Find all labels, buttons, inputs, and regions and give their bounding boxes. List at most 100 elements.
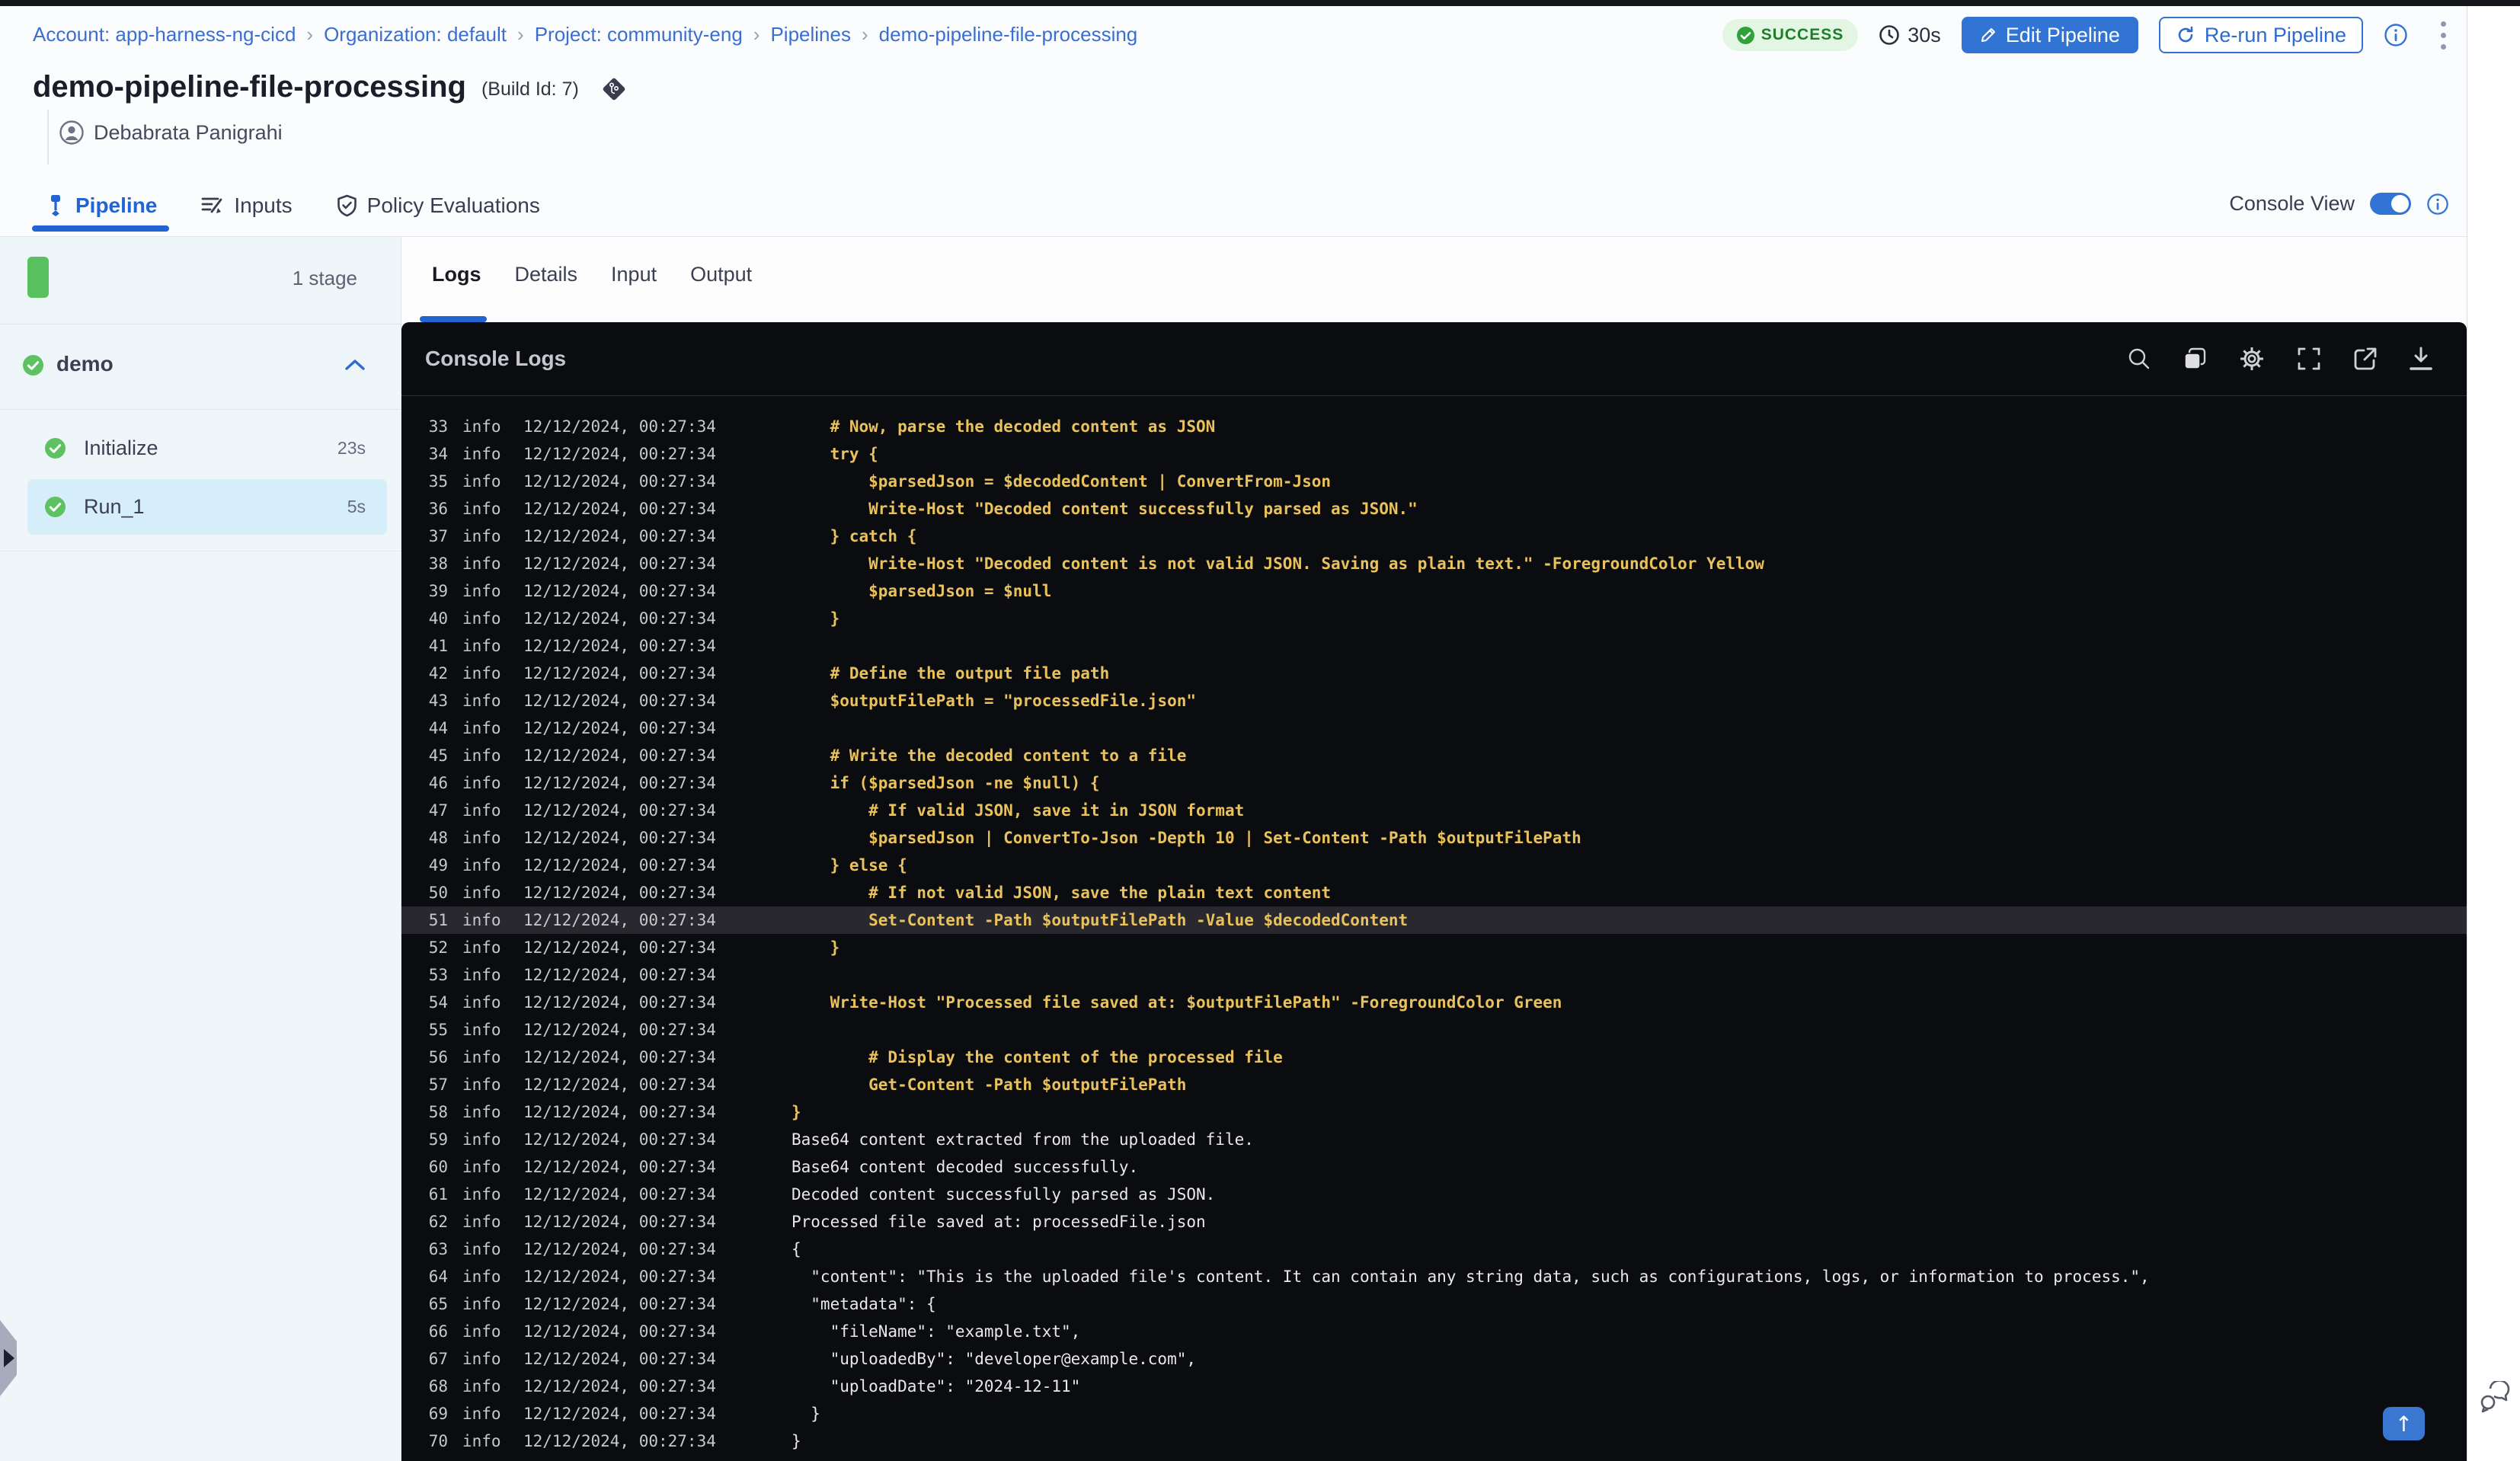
breadcrumb: Account: app-harness-ng-cicd › Organizat… xyxy=(33,23,1137,46)
header-connector-line xyxy=(47,110,49,165)
success-check-icon xyxy=(45,497,66,517)
search-icon[interactable] xyxy=(2127,347,2151,371)
log-level: info xyxy=(462,829,501,847)
refresh-icon xyxy=(2178,26,2193,43)
breadcrumb-link[interactable]: Pipelines xyxy=(770,23,851,46)
log-row: 56 info 12/12/2024, 00:27:34 # Display t… xyxy=(401,1044,2467,1071)
log-row: 35 info 12/12/2024, 00:27:34 $parsedJson… xyxy=(401,468,2467,495)
log-line-number: 43 xyxy=(428,692,448,710)
breadcrumb-item: Project: community-eng › xyxy=(535,23,771,46)
log-level: info xyxy=(462,500,501,518)
log-row: 61 info 12/12/2024, 00:27:34 Decoded con… xyxy=(401,1181,2467,1208)
edit-pipeline-button[interactable]: Edit Pipeline xyxy=(1961,17,2138,53)
log-timestamp: 12/12/2024, 00:27:34 xyxy=(523,884,716,902)
pencil-icon xyxy=(1981,28,1995,42)
step-row-initialize[interactable]: Initialize 23s xyxy=(27,420,387,476)
log-timestamp: 12/12/2024, 00:27:34 xyxy=(523,1158,716,1176)
log-message: Write-Host "Decoded content successfully… xyxy=(791,500,1418,518)
open-in-new-icon[interactable] xyxy=(2352,346,2378,372)
console-view-info-icon[interactable] xyxy=(2426,193,2449,216)
log-line-number: 55 xyxy=(428,1021,448,1039)
log-line-number: 36 xyxy=(428,500,448,518)
breadcrumb-link[interactable]: Project: community-eng xyxy=(535,23,743,46)
stage-status-block[interactable] xyxy=(27,257,49,298)
log-row: 65 info 12/12/2024, 00:27:34 "metadata":… xyxy=(401,1290,2467,1318)
stage-row-demo[interactable]: demo xyxy=(0,324,401,409)
log-timestamp: 12/12/2024, 00:27:34 xyxy=(523,609,716,628)
log-timestamp: 12/12/2024, 00:27:34 xyxy=(523,856,716,874)
log-level: info xyxy=(462,856,501,874)
log-line-number: 45 xyxy=(428,746,448,765)
step-row-run-1[interactable]: Run_1 5s xyxy=(27,479,387,535)
step-duration: 5s xyxy=(347,497,366,516)
log-timestamp: 12/12/2024, 00:27:34 xyxy=(523,1432,716,1450)
log-line-number: 41 xyxy=(428,637,448,655)
log-message: $outputFilePath = "processedFile.json" xyxy=(791,692,1197,710)
log-message: $parsedJson | ConvertTo-Json -Depth 10 |… xyxy=(791,829,1581,847)
log-level: info xyxy=(462,993,501,1012)
log-level: info xyxy=(462,1377,501,1395)
log-scroll-area[interactable]: 33 info 12/12/2024, 00:27:34 # Now, pars… xyxy=(401,413,2467,1461)
log-message: } catch { xyxy=(791,527,917,545)
breadcrumb-link[interactable]: Organization: default xyxy=(324,23,507,46)
log-row: 70 info 12/12/2024, 00:27:34 } xyxy=(401,1427,2467,1455)
log-timestamp: 12/12/2024, 00:27:34 xyxy=(523,774,716,792)
log-row: 41 info 12/12/2024, 00:27:34 xyxy=(401,632,2467,660)
tab-inputs[interactable]: Inputs xyxy=(201,193,293,218)
tab-output[interactable]: Output xyxy=(690,263,752,286)
log-timestamp: 12/12/2024, 00:27:34 xyxy=(523,1377,716,1395)
info-icon[interactable] xyxy=(2384,23,2408,47)
log-timestamp: 12/12/2024, 00:27:34 xyxy=(523,719,716,737)
log-row: 48 info 12/12/2024, 00:27:34 $parsedJson… xyxy=(401,824,2467,852)
tab-pipeline[interactable]: Pipeline xyxy=(31,193,170,232)
breadcrumb-link[interactable]: demo-pipeline-file-processing xyxy=(879,23,1138,46)
log-level: info xyxy=(462,555,501,573)
chevron-up-icon[interactable] xyxy=(344,358,366,372)
arrow-up-icon: ↑ xyxy=(2394,1411,2413,1437)
log-level: info xyxy=(462,801,501,820)
log-row: 62 info 12/12/2024, 00:27:34 Processed f… xyxy=(401,1208,2467,1236)
log-line-number: 53 xyxy=(428,966,448,984)
log-timestamp: 12/12/2024, 00:27:34 xyxy=(523,500,716,518)
rerun-pipeline-button[interactable]: Re-run Pipeline xyxy=(2158,17,2363,53)
log-row: 36 info 12/12/2024, 00:27:34 Write-Host … xyxy=(401,495,2467,523)
scroll-to-top-button[interactable]: ↑ xyxy=(2383,1407,2425,1440)
log-row: 53 info 12/12/2024, 00:27:34 xyxy=(401,961,2467,989)
console-view-toggle[interactable] xyxy=(2370,193,2411,215)
tab-input[interactable]: Input xyxy=(611,263,657,286)
log-level: info xyxy=(462,746,501,765)
breadcrumb-link[interactable]: Account: app-harness-ng-cicd xyxy=(33,23,296,46)
log-line-number: 60 xyxy=(428,1158,448,1176)
fullscreen-icon[interactable] xyxy=(2296,346,2322,372)
log-message: } xyxy=(791,938,840,957)
more-options-icon[interactable] xyxy=(2438,18,2449,53)
copy-icon[interactable] xyxy=(2182,346,2208,372)
edit-pipeline-label: Edit Pipeline xyxy=(2005,23,2120,46)
log-line-number: 52 xyxy=(428,938,448,957)
right-utility-strip xyxy=(2467,6,2520,1461)
tab-details[interactable]: Details xyxy=(515,263,578,286)
log-message: } else { xyxy=(791,856,907,874)
tab-policy-evaluations[interactable]: Policy Evaluations xyxy=(337,193,540,218)
window-top-bar xyxy=(0,0,2520,6)
tab-logs[interactable]: Logs xyxy=(432,263,481,286)
status-badge-label: SUCCESS xyxy=(1760,26,1844,43)
log-row: 34 info 12/12/2024, 00:27:34 try { xyxy=(401,440,2467,468)
settings-icon[interactable] xyxy=(2238,345,2266,372)
chat-bubbles-icon[interactable] xyxy=(2480,1381,2510,1415)
page-header: demo-pipeline-file-processing (Build Id:… xyxy=(33,70,628,104)
log-timestamp: 12/12/2024, 00:27:34 xyxy=(523,417,716,436)
log-line-number: 37 xyxy=(428,527,448,545)
log-timestamp: 12/12/2024, 00:27:34 xyxy=(523,1103,716,1121)
log-line-number: 66 xyxy=(428,1322,448,1341)
log-message: # Write the decoded content to a file xyxy=(791,746,1187,765)
log-row: 39 info 12/12/2024, 00:27:34 $parsedJson… xyxy=(401,577,2467,605)
log-message: "metadata": { xyxy=(791,1295,936,1313)
log-level: info xyxy=(462,1185,501,1204)
log-timestamp: 12/12/2024, 00:27:34 xyxy=(523,1076,716,1094)
log-line-number: 47 xyxy=(428,801,448,820)
log-row: 49 info 12/12/2024, 00:27:34 } else { xyxy=(401,852,2467,879)
download-icon[interactable] xyxy=(2409,346,2433,372)
log-level: info xyxy=(462,417,501,436)
log-message: { xyxy=(791,1240,801,1258)
